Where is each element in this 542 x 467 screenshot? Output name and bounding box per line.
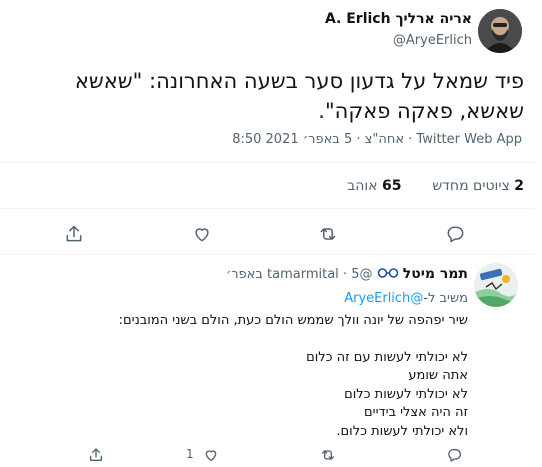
likes-count: 65: [381, 178, 402, 194]
likes-label: אוהב: [347, 178, 378, 194]
reply-line: ולא יכולתי לעשות כלום.: [336, 423, 468, 439]
divider: [0, 162, 535, 163]
retweet-icon[interactable]: [318, 224, 338, 244]
reply-line: זה היה אצלי בידיים: [364, 405, 468, 420]
divider: [0, 254, 535, 255]
reply-like-count: 1: [186, 447, 194, 461]
separator-dot: ·: [342, 267, 348, 282]
likes-stat[interactable]: 65 אוהב: [347, 178, 401, 194]
reply-header: תמר מיטל @tamarmital · 5 באפר׳: [226, 266, 468, 282]
reply-line: לא יכולתי לעשות כלום: [344, 386, 468, 402]
retweets-count: 2: [514, 178, 524, 194]
reply-icon[interactable]: [446, 224, 466, 244]
reply-author-name[interactable]: תמר מיטל: [403, 266, 468, 282]
replying-to-prefix: משיב ל-: [423, 291, 468, 306]
glasses-emoji-icon: [377, 267, 399, 282]
tweet-text: פיד שמאל על גדעון סער בשעה האחרונה: "שאש…: [74, 69, 524, 123]
reply-line: אתה שומע: [408, 368, 468, 383]
share-icon[interactable]: [64, 224, 84, 244]
reply-reply-icon[interactable]: [447, 447, 463, 463]
retweets-label: ציוטים מחדש: [432, 178, 510, 194]
replying-to: משיב ל-@AryeErlich: [344, 291, 468, 306]
reply-text: שיר יפהפה של יונה וולך שממש הולם כעת, הו…: [48, 312, 468, 441]
replying-to-handle[interactable]: @AryeErlich: [344, 291, 423, 306]
author-handle[interactable]: @AryeErlich: [393, 33, 472, 48]
author-avatar[interactable]: [478, 9, 522, 53]
reply-share-icon[interactable]: [88, 447, 104, 463]
reply-line: שיר יפהפה של יונה וולך שממש הולם כעת, הו…: [118, 313, 468, 328]
reply-like-group[interactable]: 1: [186, 447, 219, 463]
tweet-meta[interactable]: 8:50 אחה"צ · 5 באפר׳ 2021 · Twitter Web …: [232, 132, 522, 147]
reply-line: לא יכולתי לעשות עם זה כלום: [306, 349, 468, 365]
author-name[interactable]: אריה ארליך A. Erlich: [325, 11, 472, 27]
retweets-stat[interactable]: 2 ציוטים מחדש: [428, 178, 524, 194]
reply-author-avatar[interactable]: [474, 263, 518, 307]
like-icon[interactable]: [192, 224, 212, 244]
stats-row: 2 ציוטים מחדש 65 אוהב: [347, 178, 524, 194]
reply-heart-icon: [205, 450, 217, 461]
divider: [0, 208, 535, 209]
reply-line: [48, 331, 468, 349]
reply-retweet-icon[interactable]: [320, 447, 336, 463]
